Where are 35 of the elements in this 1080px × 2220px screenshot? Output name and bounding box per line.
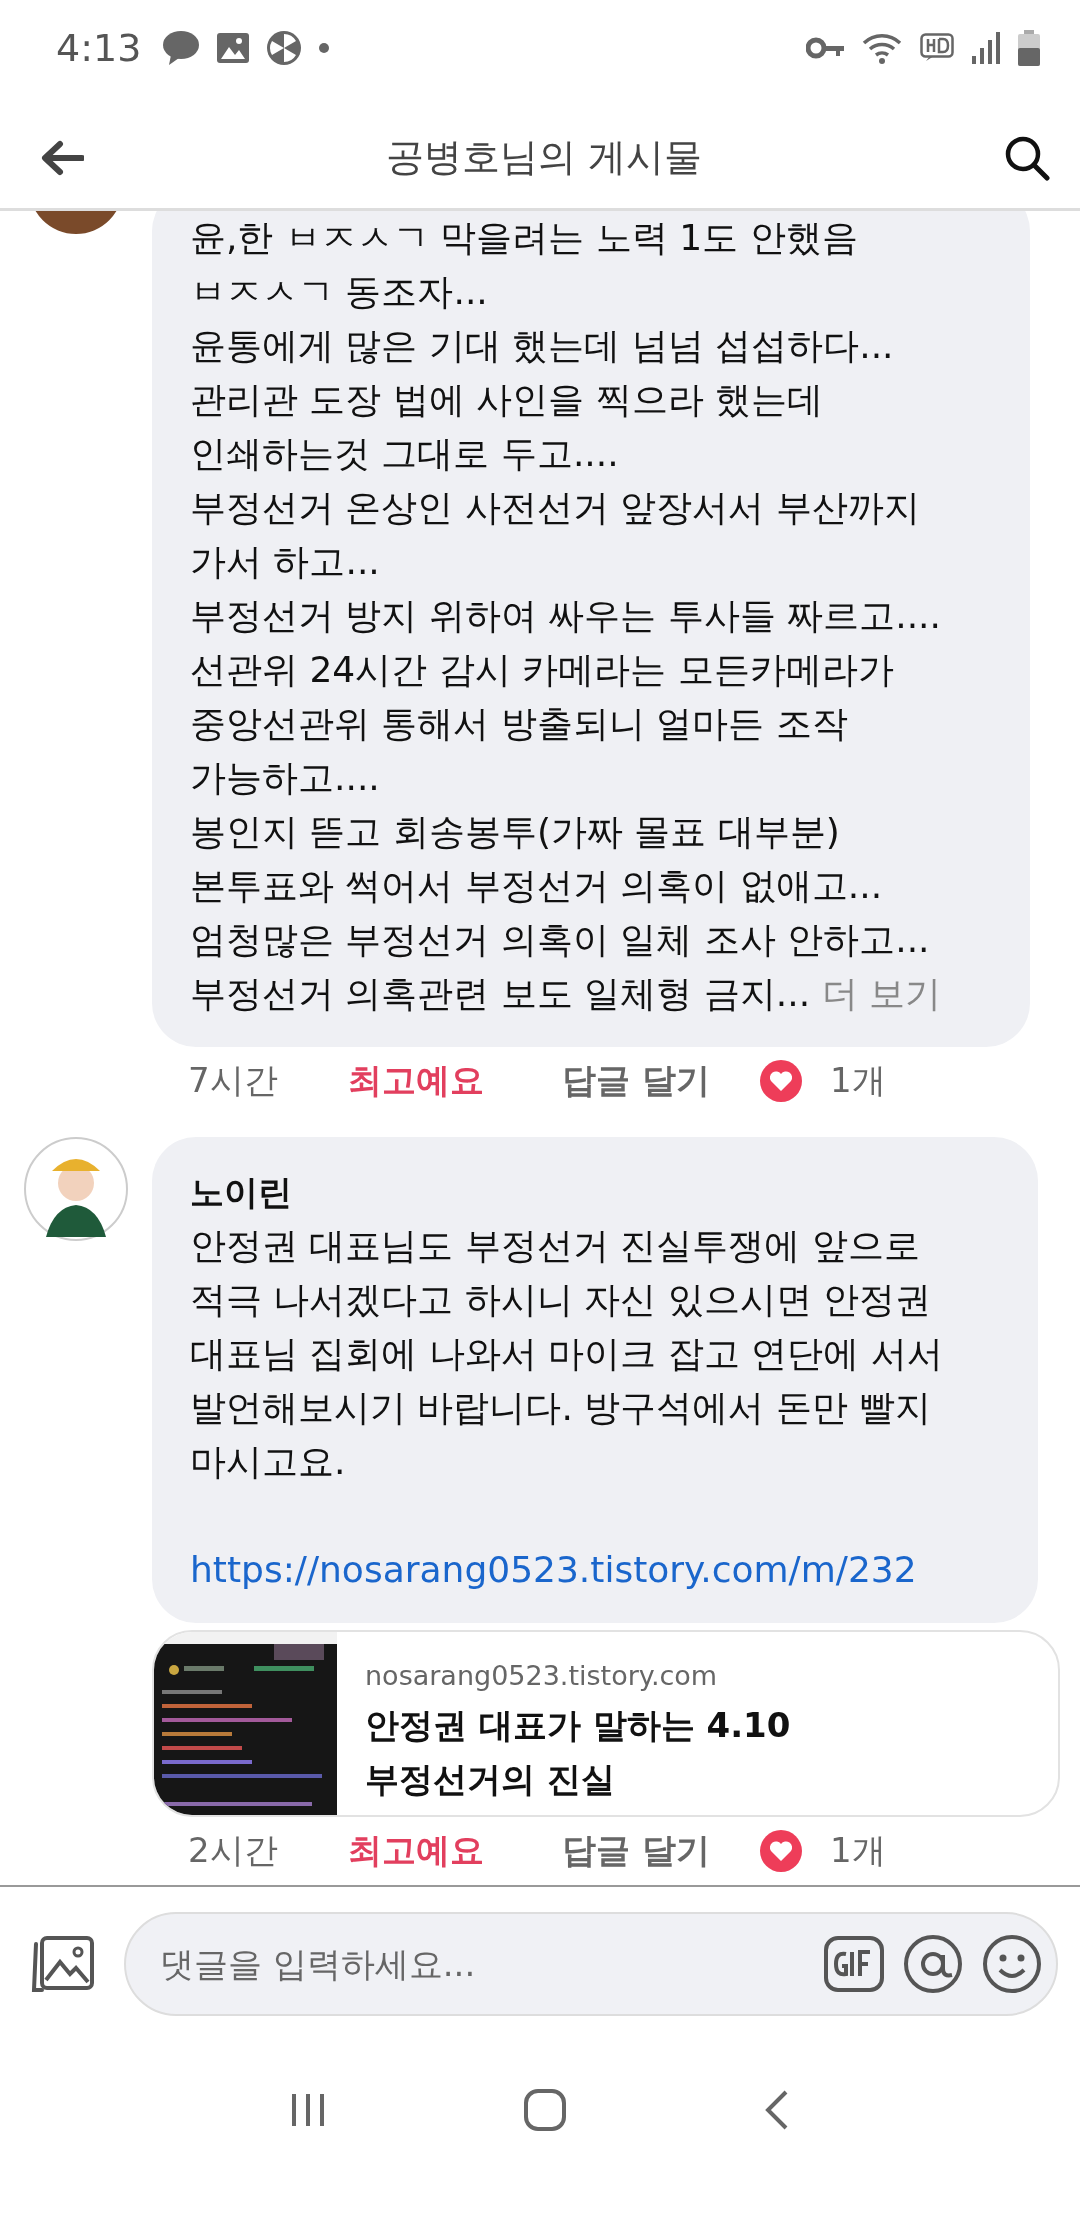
reply-button[interactable]: 답글 달기 — [562, 1827, 760, 1874]
signal-icon — [972, 31, 1000, 64]
photo-button[interactable] — [30, 1933, 96, 1994]
comment-time: 7시간 — [188, 1059, 279, 1103]
comment-author[interactable]: 노이린 — [190, 1165, 1000, 1220]
search-button[interactable] — [1004, 134, 1050, 181]
reaction-button[interactable]: 최고예요 — [348, 1827, 562, 1874]
comment-input[interactable]: 댓글을 입력하세요... — [158, 1942, 806, 1985]
chat-icon — [163, 30, 200, 65]
reaction-button[interactable]: 최고예요 — [348, 1058, 562, 1105]
battery-icon — [1018, 29, 1040, 66]
comment-field[interactable]: 댓글을 입력하세요... — [124, 1911, 1058, 2016]
back-button[interactable] — [40, 139, 84, 176]
status-time: 4:13 — [56, 25, 142, 70]
reaction-count: 1개 — [830, 1059, 886, 1103]
comment-text: 안정권 대표님도 부정선거 진실투쟁에 앞으로 적극 나서겠다고 하시니 자신 있으시면 안정권 대표님 집회에 나와서 마이크 잡고 연단에 서서 발언해보시기 바랍니다. 방구석에서 돈만 빨지 마시고요. — [190, 1224, 944, 1485]
home-button[interactable] — [523, 2088, 567, 2132]
page-title: 공병호님의 게시물 — [384, 134, 704, 181]
mention-icon[interactable] — [902, 1932, 964, 1995]
pinwheel-icon — [267, 30, 302, 65]
link-preview-card[interactable]: nosarang0523.tistory.com 안정권 대표가 말하는 4.10 부정선거의 진실 — [152, 1630, 1060, 1817]
comment-link[interactable]: https://nosarang0523.tistory.com/m/232 — [190, 1543, 1000, 1598]
image-icon — [217, 32, 250, 63]
hd-icon — [920, 32, 954, 63]
link-title: 안정권 대표가 말하는 4.10 부정선거의 진실 — [365, 1704, 791, 1802]
emoji-icon[interactable] — [982, 1933, 1042, 1994]
gif-icon[interactable] — [824, 1935, 884, 1992]
link-domain: nosarang0523.tistory.com — [365, 1659, 719, 1694]
comment-text: 윤,한 ㅂㅈㅅㄱ 막을려는 노력 1도 안했음 ㅂㅈㅅㄱ 동조자... 윤통에게 많은 기대 했는데 넘넘 섭섭하다... 관리관 도장 법에 사인을 찍으라 했는데 인쇄하는것 그대로 두고.... 부정선거 온상인 사전선거 앞장서서 부산까지 가서 하고... 부정선거 방지 위하여 싸우는 투사들 짜르고.... 선관위 24시간 감시 카메라는 모든카메라가 중앙선관위 통해서 방출되니 얼마든 조작 가능하고.... 봉인지 뜯고 회송봉투(가짜 몰표 대부분) 본투표와 썩어서 부정선거 의혹이 없애고... 엄청많은 부정선거 의혹이 일체 조사 안하고... 부정선거 의혹관련 보도 일체형 금지... 더 보기 — [190, 216, 942, 1016]
reaction-count: 1개 — [830, 1828, 886, 1872]
comment-time: 2시간 — [188, 1828, 279, 1872]
dot-icon — [319, 42, 330, 53]
key-icon — [806, 36, 844, 59]
see-more-link[interactable]: 더 보기 — [821, 973, 941, 1014]
reply-button[interactable]: 답글 달기 — [562, 1058, 760, 1105]
